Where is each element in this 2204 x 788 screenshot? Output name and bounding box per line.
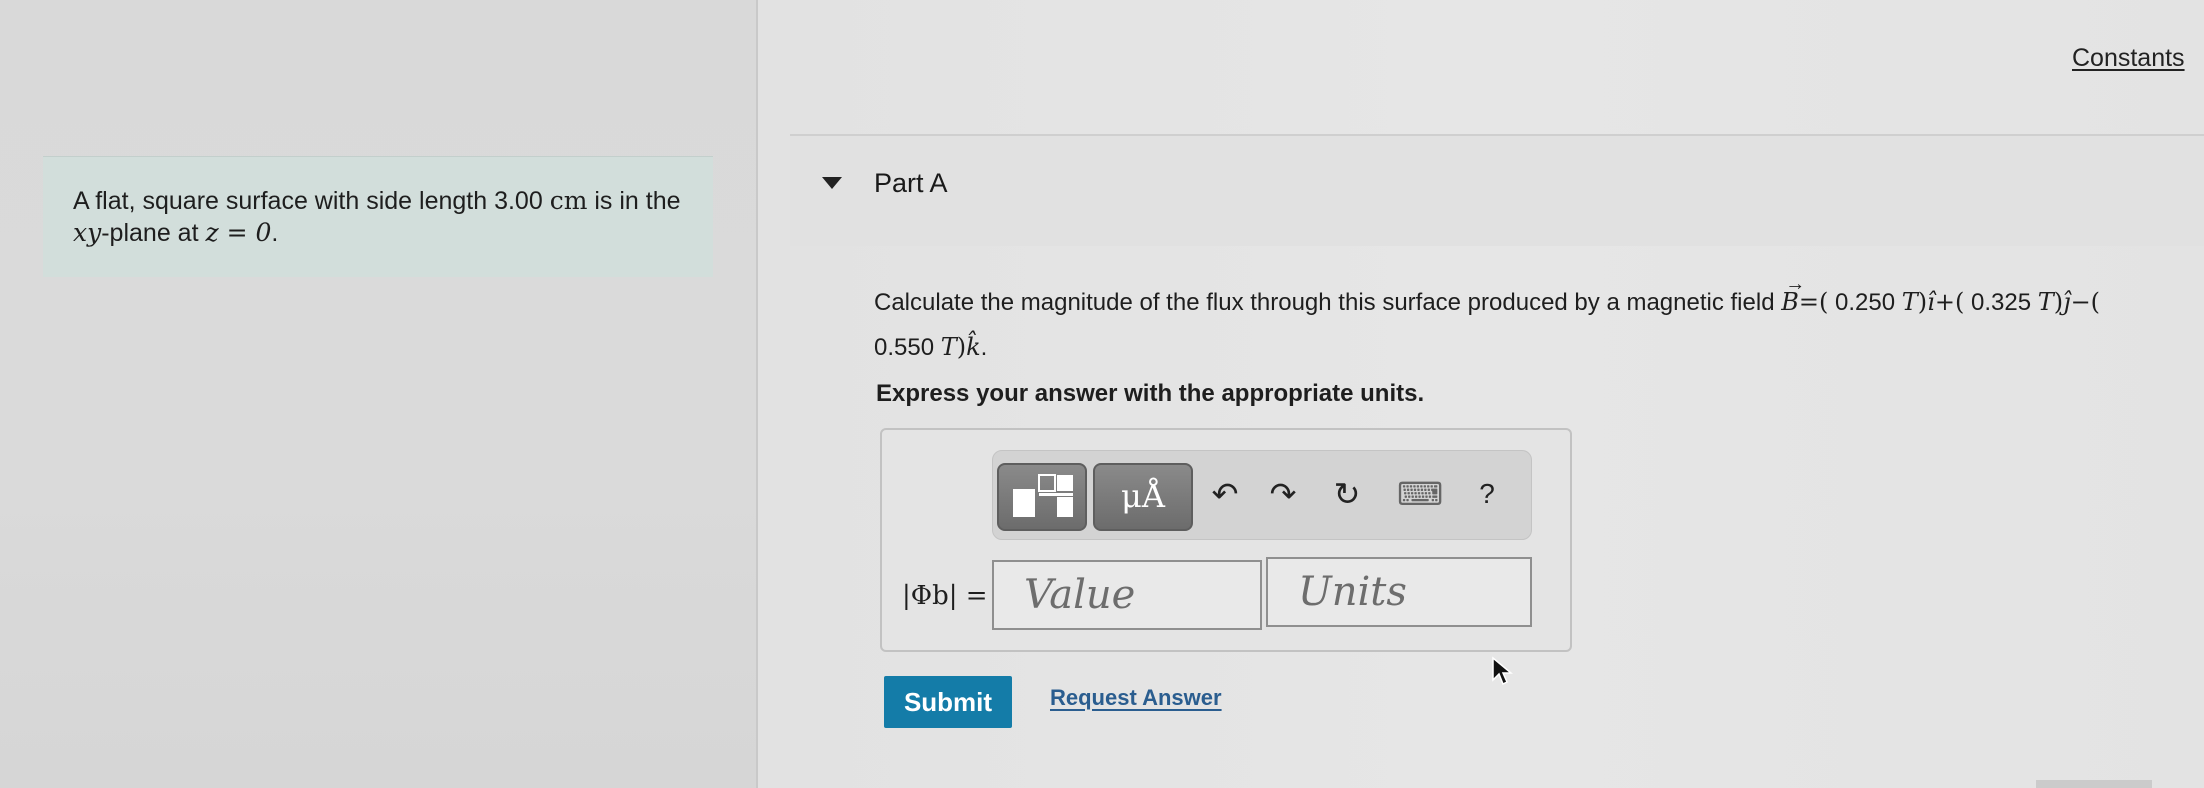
units-input[interactable]: Units: [1266, 557, 1532, 627]
problem-pane: [0, 0, 756, 788]
question-text: Calculate the magnitude of the flux thro…: [874, 273, 2101, 361]
math-toolbar: μÅ ↶ ↷ ↻ ⌨ ?: [992, 450, 1532, 540]
answer-instruction: Express your answer with the appropriate…: [876, 380, 1425, 407]
request-answer-link[interactable]: Request Answer: [1050, 685, 1222, 711]
constants-link[interactable]: Constants: [2072, 44, 2185, 73]
part-a-header[interactable]: Part A: [790, 136, 2204, 246]
bottom-scroll-indicator: [2036, 780, 2152, 788]
collapse-caret-icon[interactable]: [822, 177, 842, 189]
reset-icon[interactable]: ↻: [1325, 471, 1369, 517]
flux-label: |Φb| =: [902, 581, 988, 611]
mouse-cursor-icon: [1492, 656, 1513, 686]
templates-icon: [1013, 474, 1073, 517]
problem-statement-box: A flat, square surface with side length …: [43, 156, 713, 277]
keyboard-icon[interactable]: ⌨: [1397, 471, 1443, 517]
b-vector: → B: [1781, 273, 1806, 316]
units-button[interactable]: μÅ: [1093, 463, 1193, 531]
value-input[interactable]: Value: [992, 560, 1262, 630]
templates-button[interactable]: [997, 463, 1087, 531]
part-title: Part A: [874, 168, 948, 198]
answer-box: μÅ ↶ ↷ ↻ ⌨ ? |Φb| = Value Units: [880, 428, 1572, 652]
problem-statement: A flat, square surface with side length …: [73, 186, 681, 247]
help-icon[interactable]: ?: [1465, 471, 1509, 517]
undo-icon[interactable]: ↶: [1203, 471, 1247, 517]
redo-icon[interactable]: ↷: [1261, 471, 1305, 517]
submit-button[interactable]: Submit: [884, 676, 1012, 728]
